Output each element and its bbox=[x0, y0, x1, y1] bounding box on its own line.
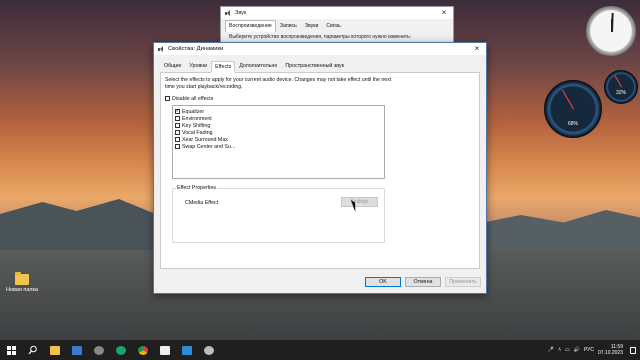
dialog-titlebar[interactable]: Свойства: Динамики × bbox=[154, 43, 486, 55]
dialog-tabs: Общие Уровни Effects Дополнительно Прост… bbox=[154, 55, 486, 73]
effect-label: Xear Surround Max bbox=[182, 136, 228, 143]
chrome-icon bbox=[138, 345, 148, 355]
taskbar-date: 07.10.2023 bbox=[597, 350, 623, 356]
app-icon bbox=[94, 345, 104, 355]
folder-icon bbox=[15, 272, 29, 285]
app-icon bbox=[204, 345, 214, 355]
taskbar-clock[interactable]: 11:59 07.10.2023 bbox=[598, 344, 623, 356]
effect-item-xear-surround-max[interactable]: Xear Surround Max bbox=[175, 136, 382, 143]
memory-meter-needle bbox=[614, 75, 622, 88]
landscape-hills-right bbox=[470, 210, 640, 255]
taskbar-app-2[interactable] bbox=[88, 340, 110, 360]
taskbar-app-4[interactable] bbox=[176, 340, 198, 360]
search-button[interactable] bbox=[22, 340, 44, 360]
checkbox-box[interactable] bbox=[175, 116, 180, 121]
close-icon[interactable]: × bbox=[439, 9, 449, 17]
taskbar-app-5[interactable] bbox=[198, 340, 220, 360]
sound-window-tabs: Воспроизведение Запись Звуки Связь bbox=[221, 19, 453, 32]
edge-icon bbox=[116, 345, 126, 355]
clock-minute-hand bbox=[611, 12, 614, 33]
tab-advanced[interactable]: Дополнительно bbox=[235, 60, 281, 72]
sound-window-title: Звук bbox=[235, 10, 247, 16]
checkbox-box[interactable] bbox=[175, 137, 180, 142]
effect-item-equalizer[interactable]: Equalizer bbox=[175, 108, 382, 115]
memory-meter-value: 32% bbox=[615, 90, 626, 96]
memory-meter-gadget[interactable]: 32% bbox=[604, 70, 638, 104]
tab-recording[interactable]: Запись bbox=[276, 20, 301, 32]
cpu-meter-needle bbox=[561, 89, 574, 110]
tab-effects[interactable]: Effects bbox=[211, 61, 236, 73]
system-tray: 🎤 ˄ ▭ 🔊 РУС 11:59 07.10.2023 bbox=[548, 344, 640, 356]
tab-general[interactable]: Общие bbox=[160, 60, 185, 72]
taskbar-app-1[interactable] bbox=[66, 340, 88, 360]
effect-item-vocal-fading[interactable]: Vocal Fading bbox=[175, 129, 382, 136]
checkbox-box[interactable] bbox=[165, 96, 170, 101]
effects-intro-text: Select the effects to apply for your cur… bbox=[165, 77, 392, 90]
disable-all-effects-label: Disable all effects bbox=[172, 95, 214, 102]
search-icon bbox=[28, 345, 37, 355]
language-indicator[interactable]: РУС bbox=[584, 347, 594, 353]
close-icon[interactable]: × bbox=[472, 45, 482, 53]
notification-icon[interactable] bbox=[630, 346, 636, 354]
app-icon bbox=[182, 345, 192, 355]
microphone-icon[interactable]: 🎤 bbox=[548, 347, 554, 353]
effect-item-environment[interactable]: Environment bbox=[175, 115, 382, 122]
dialog-title: Свойства: Динамики bbox=[168, 46, 224, 52]
effect-name: CMedia Effect bbox=[185, 200, 219, 206]
ok-button[interactable]: OK bbox=[365, 277, 401, 287]
taskbar-edge[interactable] bbox=[110, 340, 132, 360]
chevron-up-icon[interactable]: ˄ bbox=[558, 347, 561, 353]
speaker-icon bbox=[158, 46, 165, 52]
checkbox-box[interactable] bbox=[175, 130, 180, 135]
sound-window-titlebar[interactable]: Звук × bbox=[221, 7, 453, 19]
effect-label: Key Shifting bbox=[182, 122, 211, 129]
effect-label: Swap Center and Su... bbox=[182, 143, 236, 150]
desktop-folder-label: Новая папка bbox=[5, 287, 39, 293]
file-explorer-icon bbox=[50, 345, 60, 355]
app-icon bbox=[72, 345, 82, 355]
sound-window[interactable]: Звук × Воспроизведение Запись Звуки Связ… bbox=[220, 6, 454, 44]
disable-all-effects-checkbox[interactable]: Disable all effects bbox=[165, 95, 475, 102]
checkbox-box[interactable] bbox=[175, 108, 180, 114]
checkbox-box[interactable] bbox=[175, 123, 180, 128]
effect-label: Equalizer bbox=[182, 108, 205, 115]
effect-properties-group: Effect Properties CMedia Effect Settings bbox=[172, 185, 385, 243]
app-icon bbox=[160, 345, 170, 355]
dialog-buttons: OK Отмена Применить bbox=[365, 277, 481, 287]
checkbox-box[interactable] bbox=[175, 144, 180, 149]
effects-panel: Select the effects to apply for your cur… bbox=[160, 72, 480, 269]
clock-gadget[interactable] bbox=[586, 6, 636, 56]
tab-communications[interactable]: Связь bbox=[322, 20, 344, 32]
tab-playback[interactable]: Воспроизведение bbox=[225, 20, 276, 32]
taskbar-chrome[interactable] bbox=[132, 340, 154, 360]
start-button[interactable] bbox=[0, 340, 22, 360]
effect-label: Environment bbox=[182, 115, 212, 122]
volume-icon[interactable]: 🔊 bbox=[574, 347, 580, 353]
cancel-button[interactable]: Отмена bbox=[405, 277, 441, 287]
taskbar: 🎤 ˄ ▭ 🔊 РУС 11:59 07.10.2023 bbox=[0, 340, 640, 360]
cpu-meter-value: 68% bbox=[567, 121, 578, 127]
effect-label: Vocal Fading bbox=[182, 129, 213, 136]
speaker-icon bbox=[225, 10, 232, 16]
settings-button[interactable]: Settings bbox=[341, 197, 378, 207]
network-icon[interactable]: ▭ bbox=[565, 347, 570, 353]
cpu-meter-gadget[interactable]: 68% bbox=[544, 80, 602, 138]
effects-list[interactable]: Equalizer Environment Key Shifting Vocal… bbox=[172, 105, 385, 179]
effect-item-swap-center[interactable]: Swap Center and Su... bbox=[175, 143, 382, 150]
tab-sounds[interactable]: Звуки bbox=[301, 20, 323, 32]
apply-button[interactable]: Применить bbox=[445, 277, 481, 287]
desktop-folder[interactable]: Новая папка bbox=[4, 272, 40, 293]
tab-spatial-sound[interactable]: Пространственный звук bbox=[281, 60, 348, 72]
tab-levels[interactable]: Уровни bbox=[185, 60, 211, 72]
effect-item-key-shifting[interactable]: Key Shifting bbox=[175, 122, 382, 129]
speaker-properties-dialog[interactable]: Свойства: Динамики × Общие Уровни Effect… bbox=[153, 42, 487, 294]
taskbar-app-3[interactable] bbox=[154, 340, 176, 360]
taskbar-file-explorer[interactable] bbox=[44, 340, 66, 360]
effect-properties-legend: Effect Properties bbox=[176, 185, 218, 191]
windows-logo-icon bbox=[6, 345, 16, 355]
landscape-hills-left bbox=[0, 199, 170, 256]
sound-window-description: Выберите устройство воспроизведения, пар… bbox=[229, 34, 412, 40]
